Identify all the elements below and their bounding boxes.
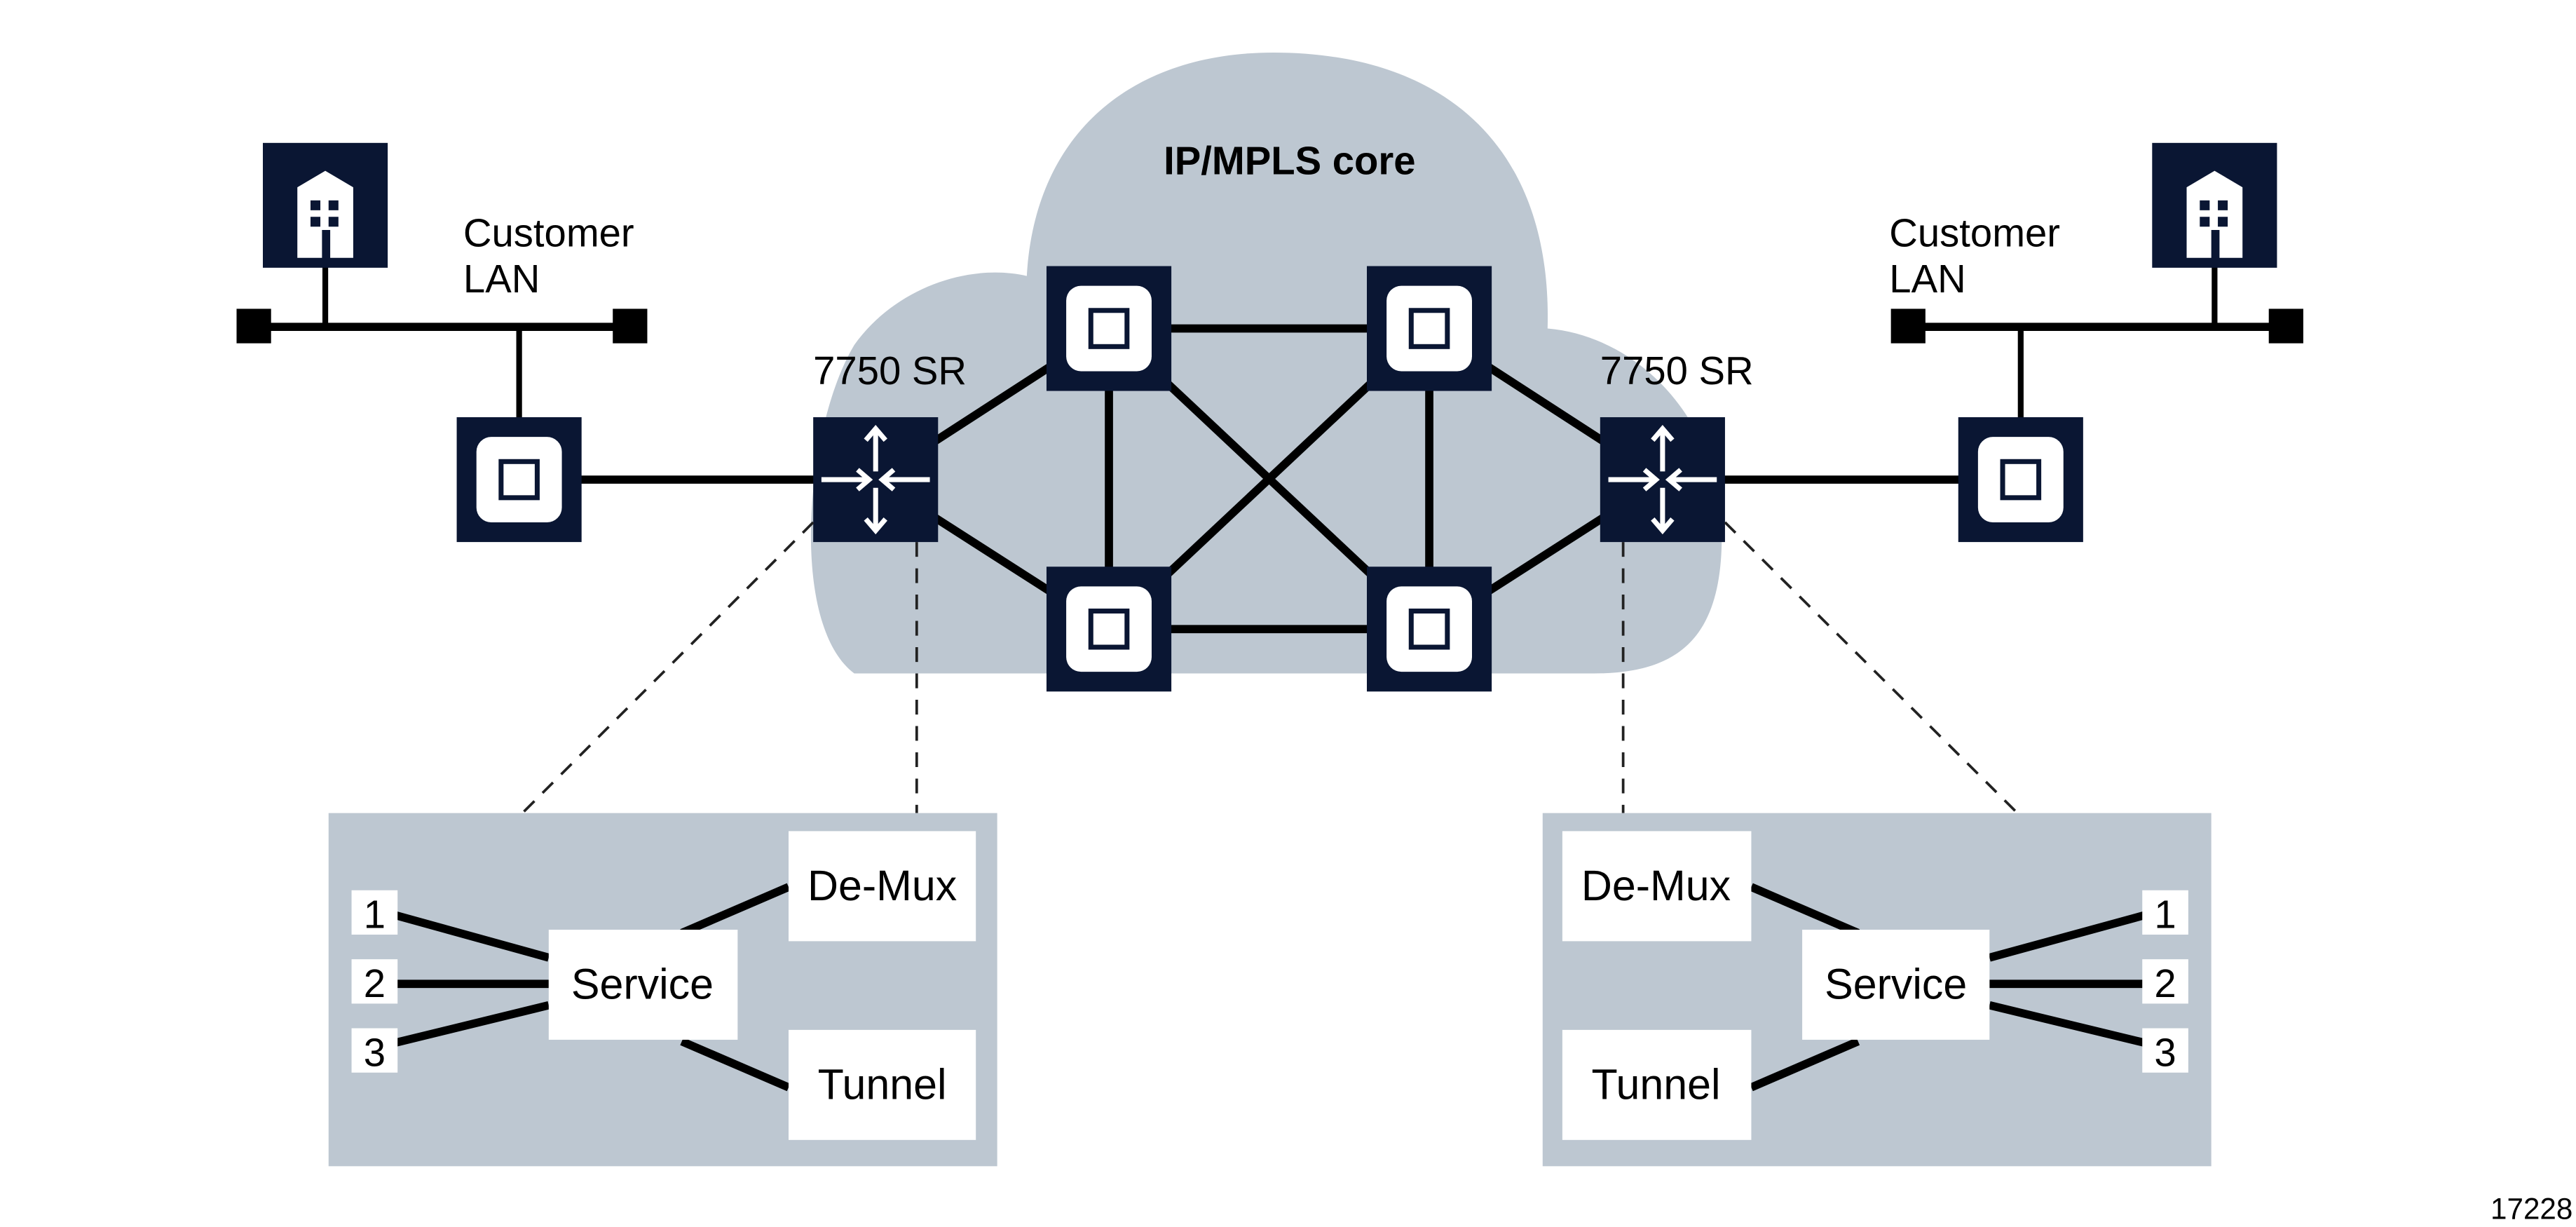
left-router-icon	[813, 417, 939, 543]
figure-id: 17228	[2490, 1192, 2572, 1225]
right-router-icon	[1600, 417, 1725, 543]
left-demux-label: De-Mux	[807, 862, 957, 909]
left-port-1: 1	[364, 893, 386, 937]
network-diagram: IP/MPLS core Customer LAN Customer LAN 7…	[236, 52, 2572, 1225]
right-service-label: Service	[1825, 960, 1967, 1008]
right-lan-label-line1: Customer	[1889, 210, 2060, 255]
left-lan-segment	[236, 262, 648, 419]
core-switch-icon-bottom-left	[1046, 567, 1172, 692]
left-port-2: 2	[364, 961, 386, 1005]
core-switch-icon-top-left	[1046, 266, 1172, 391]
right-ce-switch-icon	[1958, 417, 2083, 543]
left-building-icon	[263, 142, 388, 268]
right-router-label: 7750 SR	[1600, 348, 1754, 393]
right-port-2: 2	[2154, 961, 2176, 1005]
right-building-icon	[2152, 142, 2277, 268]
left-lan-label-line2: LAN	[463, 257, 540, 301]
right-port-3: 3	[2154, 1030, 2176, 1074]
right-lan-label-line2: LAN	[1889, 257, 1965, 301]
core-switch-icon-bottom-right	[1367, 567, 1492, 692]
left-router-label: 7750 SR	[813, 348, 967, 393]
core-switch-icon-top-right	[1367, 266, 1492, 391]
core-label: IP/MPLS core	[1164, 138, 1415, 182]
right-tunnel-label: Tunnel	[1591, 1060, 1720, 1108]
left-lan-label-line1: Customer	[463, 210, 634, 255]
left-port-3: 3	[364, 1030, 386, 1074]
left-tunnel-label: Tunnel	[818, 1060, 947, 1108]
left-ce-switch-icon	[456, 417, 582, 543]
right-port-1: 1	[2154, 893, 2176, 937]
left-service-label: Service	[571, 960, 714, 1008]
right-demux-label: De-Mux	[1581, 862, 1731, 909]
